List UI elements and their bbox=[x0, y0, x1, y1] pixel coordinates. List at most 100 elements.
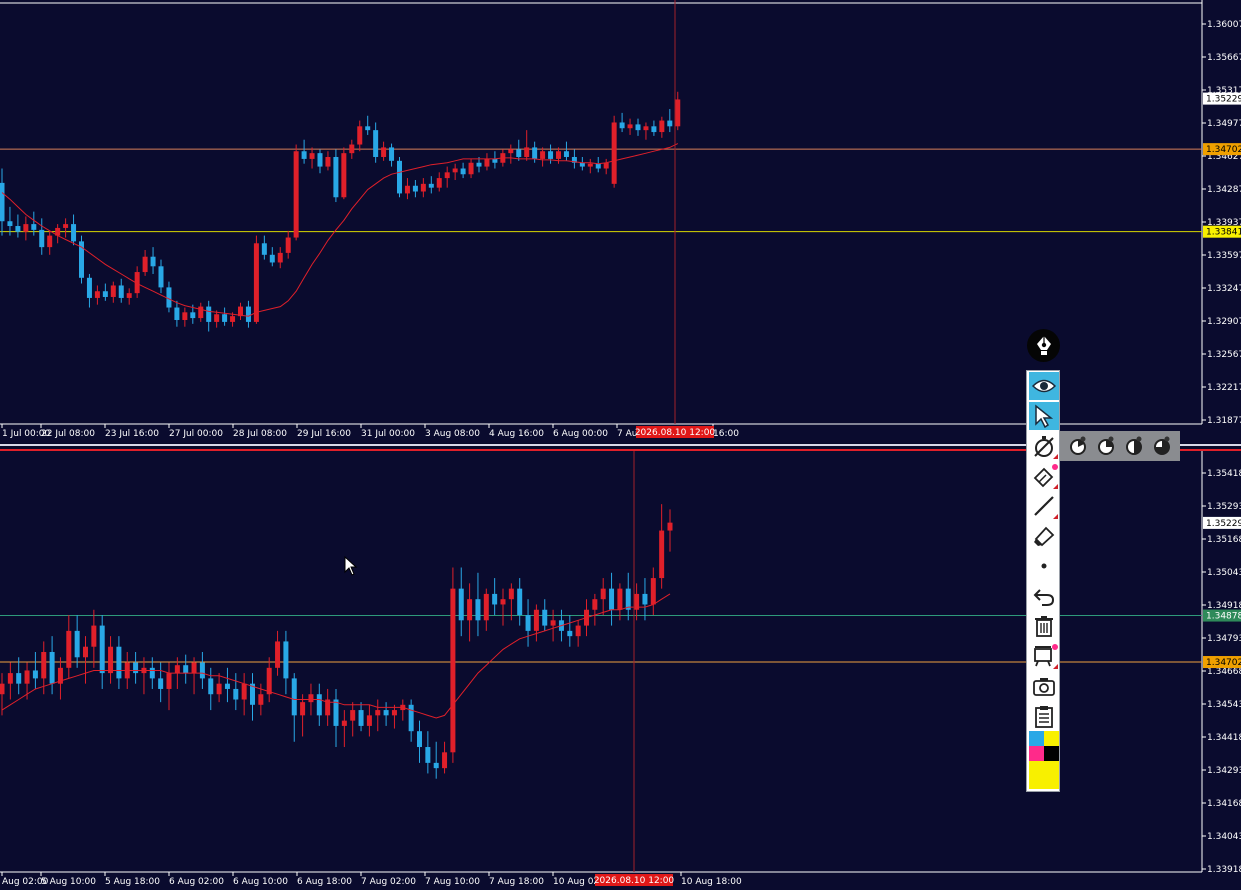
trash-icon bbox=[1035, 616, 1053, 637]
price-tick-label: 1.35043 bbox=[1207, 568, 1241, 578]
time-tick-label: 5 Aug 10:00 bbox=[41, 877, 96, 887]
candle-body bbox=[23, 224, 29, 232]
marker-tool[interactable] bbox=[1029, 522, 1059, 550]
candle-body bbox=[428, 183, 434, 188]
candle-body bbox=[650, 578, 656, 605]
eraser-tool[interactable] bbox=[1029, 462, 1059, 490]
candle-body bbox=[417, 731, 422, 748]
timer-option[interactable] bbox=[1151, 435, 1173, 457]
candle-body bbox=[349, 144, 355, 154]
cursor-arrow-icon bbox=[1035, 404, 1054, 428]
undo-icon bbox=[1033, 589, 1055, 606]
candle-body bbox=[444, 172, 450, 179]
candle-body bbox=[158, 678, 164, 689]
clipboard-icon bbox=[1035, 706, 1053, 728]
candle-body bbox=[381, 147, 387, 157]
projector-tool[interactable] bbox=[1029, 642, 1059, 670]
timer-option[interactable] bbox=[1095, 435, 1117, 457]
candle-body bbox=[373, 130, 379, 157]
color-swatch-black[interactable] bbox=[1044, 746, 1059, 761]
candle-body bbox=[567, 630, 573, 637]
candle-body bbox=[619, 122, 625, 129]
candle-body bbox=[452, 168, 458, 173]
time-tick-label: 22 Jul 08:00 bbox=[41, 429, 95, 439]
color-swatch-current[interactable] bbox=[1029, 761, 1059, 789]
timer-icon bbox=[1154, 436, 1170, 455]
dot-tool[interactable] bbox=[1029, 552, 1059, 580]
candle-body bbox=[222, 314, 228, 322]
time-tick-label: 28 Jul 08:00 bbox=[233, 429, 287, 439]
candle-body bbox=[269, 254, 275, 263]
time-tick-label: 27 Jul 00:00 bbox=[169, 429, 223, 439]
candle-body bbox=[174, 665, 180, 674]
candle-body bbox=[7, 673, 13, 684]
timer-option[interactable] bbox=[1123, 435, 1145, 457]
timer-tool[interactable] bbox=[1029, 432, 1059, 460]
candle-body bbox=[391, 710, 397, 716]
color-swatch-blue[interactable] bbox=[1029, 731, 1044, 746]
candle-body bbox=[357, 126, 363, 145]
candle-body bbox=[166, 287, 172, 308]
price-tick-label: 1.32217 bbox=[1207, 383, 1241, 393]
time-tick-label: 6 Aug 18:00 bbox=[297, 877, 352, 887]
candle-body bbox=[375, 710, 381, 716]
time-tick-label: 31 Jul 00:00 bbox=[361, 429, 415, 439]
candle-body bbox=[412, 185, 418, 192]
candle-body bbox=[190, 312, 196, 319]
candle-body bbox=[611, 122, 617, 184]
candle-body bbox=[433, 762, 439, 769]
candle-body bbox=[408, 704, 414, 732]
candle-body bbox=[47, 235, 53, 248]
delete-tool[interactable] bbox=[1029, 612, 1059, 640]
candle-body bbox=[442, 752, 448, 769]
candle-body bbox=[436, 178, 442, 188]
undo-tool[interactable] bbox=[1029, 582, 1059, 610]
candle-body bbox=[366, 715, 372, 726]
eye-tool[interactable] bbox=[1029, 372, 1059, 400]
candle-body bbox=[182, 312, 188, 320]
candle-body bbox=[83, 646, 88, 658]
candle-body bbox=[216, 683, 222, 695]
candle-body bbox=[575, 625, 581, 637]
candle-body bbox=[603, 162, 609, 169]
tool-badge bbox=[1052, 464, 1058, 470]
candle-body bbox=[74, 630, 80, 658]
color-swatch-pink[interactable] bbox=[1029, 746, 1044, 761]
candle-body bbox=[133, 662, 139, 674]
clipboard-tool[interactable] bbox=[1029, 702, 1059, 730]
price-tick-label: 1.34918 bbox=[1207, 601, 1241, 611]
line-tool[interactable] bbox=[1029, 492, 1059, 520]
time-tick-label: 7 Aug 10:00 bbox=[425, 877, 480, 887]
candle-body bbox=[166, 673, 172, 689]
screenshot-tool[interactable] bbox=[1029, 672, 1059, 700]
candle-body bbox=[425, 747, 431, 763]
candle-body bbox=[508, 149, 514, 154]
pen-logo-icon[interactable] bbox=[1027, 329, 1060, 362]
pointer-tool[interactable] bbox=[1029, 402, 1059, 430]
timer-option[interactable] bbox=[1067, 435, 1089, 457]
color-swatch-yellow[interactable] bbox=[1044, 731, 1059, 746]
time-tick-label: 5 Aug 18:00 bbox=[105, 877, 160, 887]
candle-body bbox=[524, 147, 530, 157]
flyout-indicator bbox=[1053, 514, 1058, 519]
flyout-indicator bbox=[1053, 664, 1058, 669]
candle-body bbox=[533, 609, 539, 631]
candle-body bbox=[7, 221, 13, 227]
candle-body bbox=[484, 158, 490, 167]
candle-body bbox=[667, 120, 673, 127]
candle-body bbox=[118, 285, 124, 298]
candle-body bbox=[266, 667, 272, 695]
candle-body bbox=[285, 237, 291, 253]
timer-icon bbox=[1126, 436, 1142, 455]
candle-body bbox=[142, 256, 148, 273]
price-tick-label: 1.34668 bbox=[1207, 667, 1241, 677]
candle-body bbox=[458, 588, 464, 621]
flyout-indicator bbox=[1053, 454, 1058, 459]
candle-body bbox=[301, 151, 307, 159]
price-tick-label: 1.34293 bbox=[1207, 766, 1241, 776]
candle-body bbox=[241, 683, 247, 700]
candle-body bbox=[540, 151, 546, 159]
candle-body bbox=[635, 124, 641, 131]
candle-body bbox=[397, 160, 402, 194]
color-palette bbox=[1029, 731, 1059, 789]
